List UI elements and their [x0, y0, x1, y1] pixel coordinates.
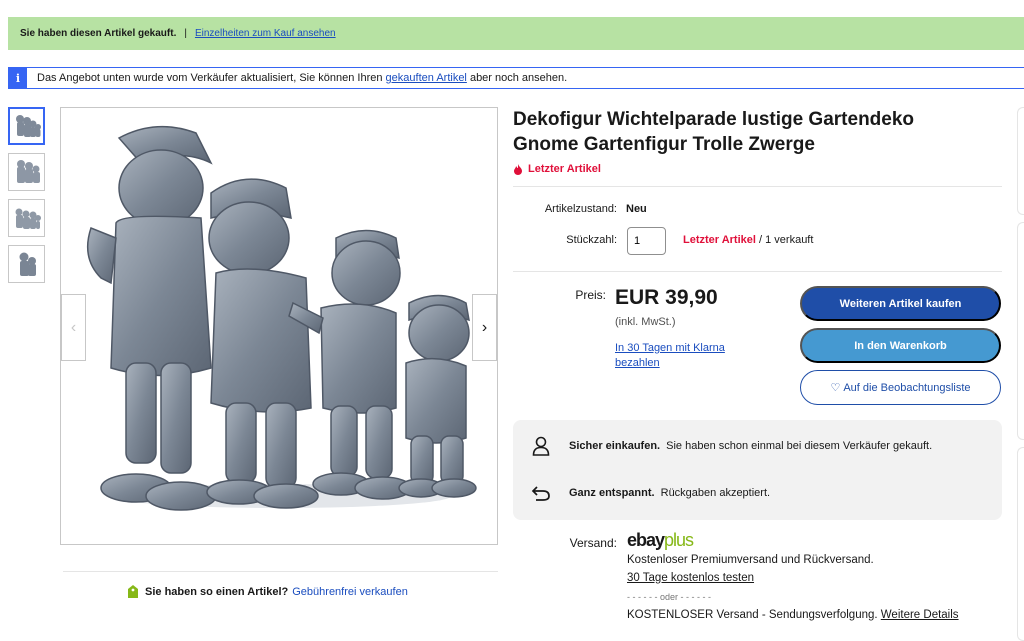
- free-trial-link[interactable]: 30 Tage kostenlos testen: [627, 572, 754, 584]
- premium-shipping-text: Kostenloser Premiumversand und Rückversa…: [627, 554, 874, 566]
- condition-label: Artikelzustand:: [544, 203, 617, 215]
- secure-shopping-title: Sicher einkaufen.: [569, 440, 661, 452]
- condition-value: Neu: [626, 203, 647, 215]
- add-to-watchlist-button[interactable]: ♡ Auf die Beobachtungsliste: [800, 370, 1001, 405]
- or-separator: - - - - - - oder - - - - - -: [627, 592, 711, 602]
- divider: [513, 186, 1002, 187]
- divider: [513, 271, 1002, 272]
- side-card: [1017, 222, 1024, 440]
- returns-title: Ganz entspannt.: [569, 487, 655, 499]
- info-notice-text-before: Das Angebot unten wurde vom Verkäufer ak…: [37, 72, 386, 84]
- gnome-figure-image: [16, 160, 40, 183]
- next-image-button[interactable]: ›: [472, 294, 497, 361]
- quantity-label: Stückzahl:: [566, 234, 617, 246]
- chevron-left-icon: ‹: [70, 318, 77, 336]
- ebay-plus-logo: ebayplus: [627, 530, 694, 551]
- trial-row: 30 Tage kostenlos testen: [627, 572, 754, 584]
- ebay-plus-logo-ebay: ebay: [627, 530, 665, 550]
- shipping-label: Versand:: [569, 536, 617, 550]
- sell-divider: [63, 571, 498, 572]
- main-image-viewer[interactable]: ‹ ›: [60, 107, 498, 545]
- quantity-status-last: Letzter Artikel: [683, 234, 756, 246]
- purchased-item-link[interactable]: gekauften Artikel: [386, 72, 467, 84]
- chevron-right-icon: ›: [481, 318, 488, 336]
- info-icon: i: [9, 68, 27, 88]
- flame-icon: [514, 163, 522, 175]
- urgency-text: Letzter Artikel: [528, 163, 601, 175]
- vat-note: (inkl. MwSt.): [615, 316, 676, 328]
- klarna-payment-link[interactable]: In 30 Tagen mit Klarna bezahlen: [615, 341, 765, 371]
- return-arrow-icon: [527, 481, 555, 505]
- thumbnail-3[interactable]: [8, 199, 45, 237]
- quantity-status-sold: / 1 verkauft: [755, 234, 814, 246]
- sell-fee-free-link[interactable]: Gebührenfrei verkaufen: [292, 586, 408, 598]
- shipping-details-link[interactable]: Weitere Details: [881, 609, 959, 621]
- heart-icon: ♡: [830, 382, 841, 394]
- secure-shopping-row: Sicher einkaufen. Sie haben schon einmal…: [527, 434, 932, 458]
- sell-prompt-question: Sie haben so einen Artikel?: [145, 586, 289, 598]
- gnome-figure-image: [15, 208, 41, 229]
- thumbnail-2[interactable]: [8, 153, 45, 191]
- purchase-notice-separator: |: [184, 28, 187, 39]
- sell-prompt: Sie haben so einen Artikel? Gebührenfrei…: [127, 585, 408, 599]
- add-to-cart-button[interactable]: In den Warenkorb: [800, 328, 1001, 363]
- purchase-notice-text: Sie haben diesen Artikel gekauft.: [20, 28, 177, 39]
- thumbnail-list: [8, 107, 46, 291]
- buy-again-button[interactable]: Weiteren Artikel kaufen: [800, 286, 1001, 321]
- view-purchase-details-link[interactable]: Einzelheiten zum Kauf ansehen: [195, 28, 336, 39]
- info-notice-text-after: aber noch ansehen.: [466, 72, 568, 84]
- thumbnail-1[interactable]: [8, 107, 45, 145]
- urgency-badge: Letzter Artikel: [513, 163, 601, 175]
- side-card: [1017, 447, 1024, 641]
- returns-row: Ganz entspannt. Rückgaben akzeptiert.: [527, 481, 770, 505]
- free-shipping-text: KOSTENLOSER Versand - Sendungsverfolgung…: [627, 607, 977, 623]
- secure-shopping-text: Sie haben schon einmal bei diesem Verkäu…: [663, 440, 933, 452]
- product-title: Dekofigur Wichtelparade lustige Gartende…: [513, 109, 915, 155]
- price-label: Preis:: [575, 288, 606, 302]
- quantity-input[interactable]: [627, 227, 666, 255]
- price-value: EUR 39,90: [615, 286, 718, 309]
- previous-image-button[interactable]: ‹: [61, 294, 86, 361]
- trust-panel: Sicher einkaufen. Sie haben schon einmal…: [513, 420, 1002, 520]
- ebay-plus-logo-plus: plus: [664, 530, 694, 550]
- price-tag-icon: [128, 585, 138, 598]
- free-shipping-line: KOSTENLOSER Versand - Sendungsverfolgung…: [627, 609, 881, 621]
- purchase-notice-bar: Sie haben diesen Artikel gekauft. | Einz…: [8, 17, 1024, 50]
- listing-updated-notice: i Das Angebot unten wurde vom Verkäufer …: [8, 67, 1024, 89]
- thumbnail-4[interactable]: [8, 245, 45, 283]
- returns-text: Rückgaben akzeptiert.: [657, 487, 771, 499]
- watchlist-label: Auf die Beobachtungsliste: [843, 381, 971, 394]
- person-icon: [527, 434, 555, 458]
- side-card: [1017, 107, 1024, 215]
- gnome-figure-image: [15, 115, 41, 137]
- gnome-figure-image: [19, 252, 36, 276]
- gnome-parade-figure-image: [86, 125, 477, 511]
- quantity-status: Letzter Artikel / 1 verkauft: [683, 234, 813, 246]
